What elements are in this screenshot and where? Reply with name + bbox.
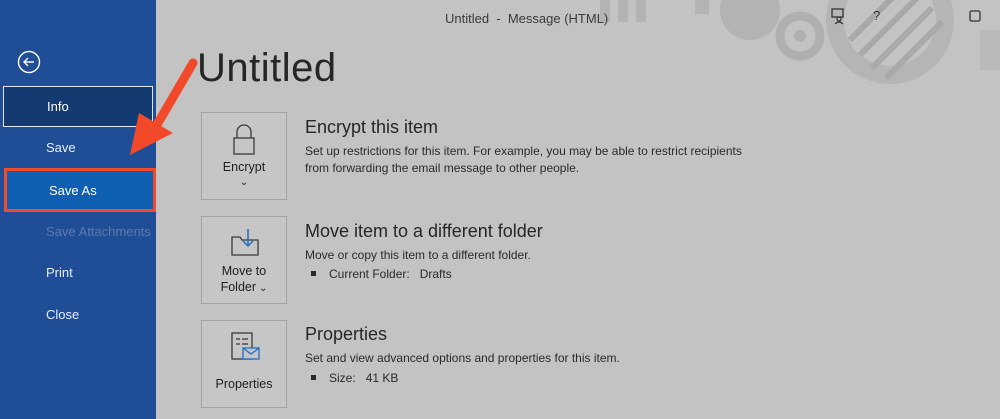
- feedback-icon[interactable]: [830, 7, 848, 25]
- page-title: Untitled: [197, 46, 337, 90]
- chevron-down-icon: ⌄: [239, 177, 249, 188]
- encrypt-title: Encrypt this item: [305, 117, 439, 137]
- move-to-label-line2: Folder ⌄: [220, 280, 268, 294]
- size-value: 41 KB: [365, 371, 399, 385]
- size-row: Size: 41 KB: [311, 371, 398, 385]
- move-item-desc: Move or copy this item to a different fo…: [305, 248, 531, 262]
- encrypt-desc-line2: from forwarding the email message to oth…: [305, 161, 580, 175]
- decorative-header-art: [600, 0, 1000, 84]
- encrypt-desc-line1: Set up restrictions for this item. For e…: [305, 144, 742, 158]
- lock-icon: [233, 124, 255, 155]
- sidebar-item-save-attachments: Save Attachments: [46, 224, 151, 239]
- properties-icon: [231, 332, 260, 360]
- sidebar-item-print[interactable]: Print: [0, 252, 156, 294]
- backstage-view: Info Save Save As Save Attachments Print…: [0, 0, 1000, 419]
- properties-title: Properties: [305, 324, 388, 344]
- restore-icon[interactable]: [966, 7, 984, 25]
- window-title: Untitled - Message (HTML): [445, 11, 609, 26]
- size-label: Size:: [329, 371, 356, 385]
- current-folder-row: Current Folder: Drafts: [311, 267, 452, 281]
- chevron-down-icon: ⌄: [259, 283, 268, 294]
- move-item-title: Move item to a different folder: [305, 221, 543, 241]
- move-to-label-line1: Move to: [221, 264, 267, 278]
- sidebar-item-save-as[interactable]: Save As: [4, 168, 156, 212]
- encrypt-button[interactable]: Encrypt ⌄: [201, 112, 287, 200]
- move-to-folder-button[interactable]: Move to Folder ⌄: [201, 216, 287, 304]
- help-icon[interactable]: ?: [873, 7, 891, 25]
- bullet: [311, 271, 316, 277]
- bullet: [311, 375, 316, 381]
- encrypt-label: Encrypt: [222, 160, 266, 174]
- back-arrow-icon[interactable]: [17, 50, 41, 74]
- properties-desc: Set and view advanced options and proper…: [305, 351, 620, 365]
- current-folder-label: Current Folder:: [329, 267, 410, 281]
- move-to-folder-icon: [231, 229, 259, 256]
- properties-button[interactable]: Properties: [201, 320, 287, 408]
- current-folder-value: Drafts: [419, 267, 452, 281]
- properties-label: Properties: [215, 377, 273, 391]
- sidebar-item-close[interactable]: Close: [0, 294, 156, 336]
